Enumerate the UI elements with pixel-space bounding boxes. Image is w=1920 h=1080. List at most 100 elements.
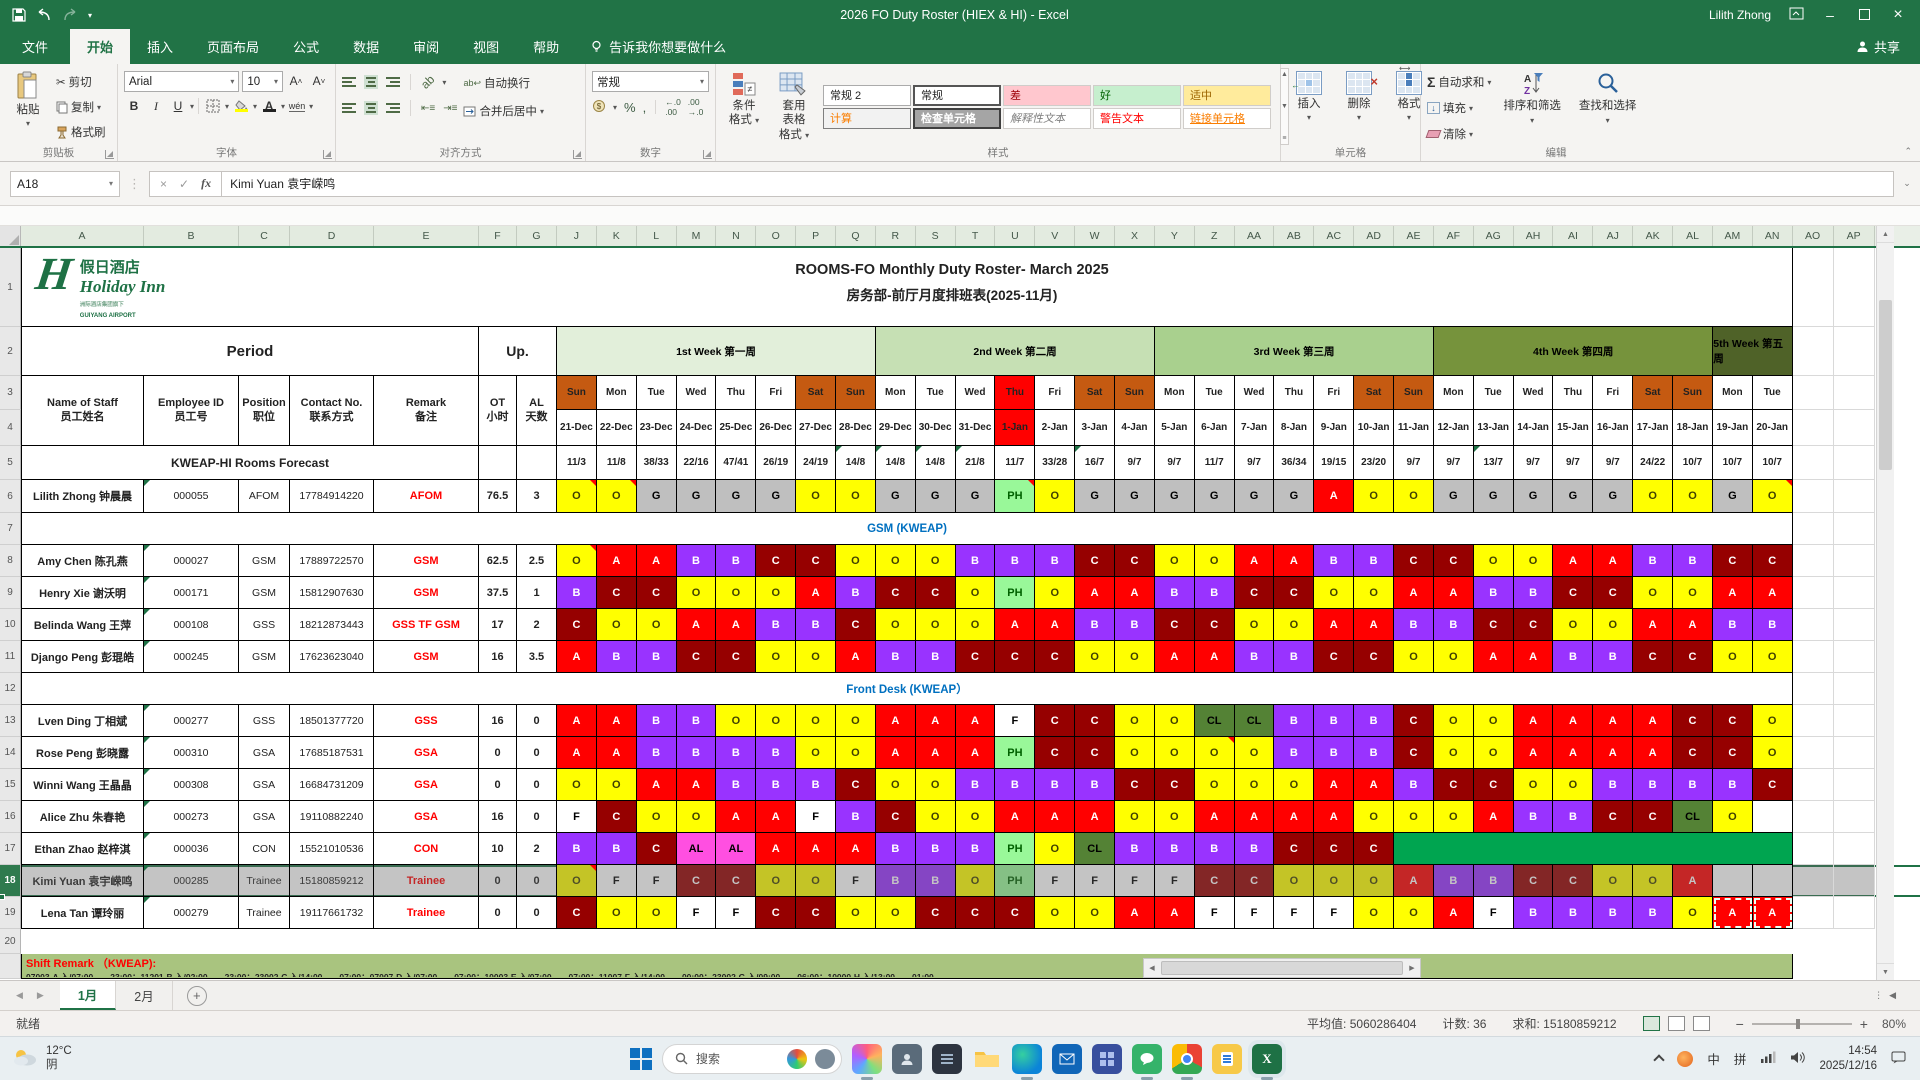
column-header-AJ[interactable]: AJ: [1593, 226, 1634, 246]
font-family-select[interactable]: Arial ▾: [124, 71, 240, 92]
shift-cell-19-Jan[interactable]: A: [1712, 897, 1753, 929]
align-bottom-icon[interactable]: [386, 77, 400, 87]
shift-cell-4-Jan[interactable]: F: [1115, 865, 1155, 897]
shift-cell-7-Jan[interactable]: A: [1234, 545, 1275, 577]
day-header-22-Dec[interactable]: Mon: [596, 376, 637, 410]
shift-cell-16-Jan[interactable]: C: [1593, 801, 1634, 833]
cell-empty[interactable]: [1834, 248, 1875, 327]
day-header-2-Jan[interactable]: Fri: [1035, 376, 1076, 410]
shift-cell-16-Jan[interactable]: O: [1593, 865, 1634, 897]
column-header-AA[interactable]: AA: [1234, 226, 1275, 246]
shift-cell-6-Jan[interactable]: F: [1194, 897, 1235, 929]
staff-contact[interactable]: 19110882240: [290, 801, 374, 833]
day-header-21-Dec[interactable]: Sun: [557, 376, 597, 410]
column-header-X[interactable]: X: [1115, 226, 1155, 246]
shift-cell-1-Jan[interactable]: PH: [995, 833, 1036, 865]
shift-cell-10-Jan[interactable]: A: [1354, 609, 1395, 641]
shift-cell-31-Dec[interactable]: O: [955, 609, 996, 641]
day-header-7-Jan[interactable]: Wed: [1234, 376, 1275, 410]
column-header-AK[interactable]: AK: [1633, 226, 1674, 246]
shift-cell-31-Dec[interactable]: C: [955, 641, 996, 673]
shift-cell-31-Dec[interactable]: B: [955, 769, 996, 801]
staff-ot[interactable]: 62.5: [479, 545, 517, 577]
shift-cell-23-Dec[interactable]: G: [636, 480, 677, 513]
shift-cell-9-Jan[interactable]: A: [1314, 609, 1355, 641]
sheet-nav-left-icon[interactable]: ◀: [16, 990, 23, 1001]
row-header-14[interactable]: 14: [0, 737, 21, 769]
staff-name[interactable]: Rose Peng 彭晓露: [21, 737, 144, 769]
cell-empty[interactable]: [1833, 545, 1875, 577]
day-header-15-Jan[interactable]: Thu: [1553, 376, 1594, 410]
shift-cell-12-Jan[interactable]: B: [1433, 609, 1474, 641]
cell-empty[interactable]: [1792, 865, 1834, 897]
staff-name[interactable]: Alice Zhu 朱春艳: [21, 801, 144, 833]
row-header-7[interactable]: 7: [0, 513, 21, 545]
staff-ot[interactable]: 0: [479, 865, 517, 897]
shift-cell-29-Dec[interactable]: O: [875, 897, 916, 929]
staff-remark[interactable]: GSS TF GSM: [374, 609, 479, 641]
staff-ot[interactable]: 76.5: [479, 480, 517, 513]
staff-contact[interactable]: 15180859212: [290, 865, 374, 897]
staff-remark[interactable]: GSM: [374, 545, 479, 577]
staff-ot[interactable]: 0: [479, 769, 517, 801]
shift-cell-15-Jan[interactable]: C: [1553, 865, 1594, 897]
shift-cell-20-Jan[interactable]: O: [1752, 641, 1793, 673]
shift-cell-5-Jan[interactable]: A: [1154, 897, 1195, 929]
style-bad[interactable]: 差: [1003, 84, 1091, 106]
name-box[interactable]: A18 ▾: [10, 170, 120, 197]
shift-cell-9-Jan[interactable]: A: [1314, 769, 1355, 801]
shift-cell-2-Jan[interactable]: O: [1035, 480, 1076, 513]
shift-cell-22-Dec[interactable]: O: [596, 769, 637, 801]
day-header-24-Dec[interactable]: Wed: [676, 376, 717, 410]
decrease-decimal-icon[interactable]: .00 →.0: [688, 97, 704, 117]
shift-cell-14-Jan[interactable]: A: [1513, 705, 1554, 737]
shift-cell-18-Jan[interactable]: CL: [1673, 801, 1713, 833]
staff-position[interactable]: Trainee: [239, 865, 290, 897]
shift-cell-23-Dec[interactable]: O: [636, 801, 677, 833]
shift-cell-31-Dec[interactable]: A: [955, 705, 996, 737]
logo-title-row[interactable]: H 假日酒店 Holiday Inn 洲际酒店集团旗下 GUIYANG AIRPORT R…: [21, 248, 1793, 327]
shift-cell-15-Jan[interactable]: B: [1553, 897, 1594, 929]
shift-cell-12-Jan[interactable]: A: [1433, 897, 1474, 929]
cell-empty[interactable]: [1833, 897, 1875, 929]
shift-cell-17-Jan[interactable]: C: [1633, 801, 1674, 833]
staff-remark[interactable]: GSS: [374, 705, 479, 737]
zoom-out-icon[interactable]: −: [1736, 1016, 1744, 1032]
day-header-17-Jan[interactable]: Sat: [1633, 376, 1674, 410]
column-header-AI[interactable]: AI: [1553, 226, 1594, 246]
column-header-D[interactable]: D: [290, 226, 374, 246]
delete-cells-button[interactable]: × 删除 ▾: [1337, 68, 1381, 145]
app-file-explorer-icon[interactable]: [972, 1044, 1002, 1074]
shift-cell-27-Dec[interactable]: O: [796, 641, 837, 673]
column-header-Y[interactable]: Y: [1154, 226, 1195, 246]
shift-cell-8-Jan[interactable]: O: [1274, 865, 1315, 897]
shift-cell-26-Dec[interactable]: B: [756, 737, 797, 769]
shift-cell-31-Dec[interactable]: G: [955, 480, 996, 513]
comma-icon[interactable]: ,: [643, 100, 647, 115]
forecast-29-Dec[interactable]: 14/8: [875, 446, 916, 480]
fill-button[interactable]: ↓ 填充 ▾: [1427, 97, 1491, 119]
column-header-K[interactable]: K: [596, 226, 637, 246]
shift-cell-13-Jan[interactable]: A: [1473, 801, 1514, 833]
volume-icon[interactable]: [1790, 1051, 1806, 1067]
forecast-3-Jan[interactable]: 16/7: [1075, 446, 1116, 480]
shift-cell-28-Dec[interactable]: A: [836, 833, 876, 865]
day-header-16-Jan[interactable]: Fri: [1593, 376, 1634, 410]
shift-cell-5-Jan[interactable]: O: [1154, 801, 1195, 833]
forecast-5-Jan[interactable]: 9/7: [1154, 446, 1195, 480]
staff-remark[interactable]: GSA: [374, 737, 479, 769]
date-header-18-Jan[interactable]: 18-Jan: [1673, 410, 1713, 446]
shift-cell-18-Jan[interactable]: O: [1673, 577, 1713, 609]
app-tencent-doc-icon[interactable]: [1212, 1043, 1242, 1074]
shift-cell-11-Jan[interactable]: C: [1394, 705, 1434, 737]
shift-cell-1-Jan[interactable]: PH: [995, 865, 1036, 897]
shift-cell-28-Dec[interactable]: B: [836, 577, 876, 609]
staff-name[interactable]: Kimi Yuan 袁宇嵘鸣: [21, 865, 144, 897]
shift-cell-8-Jan[interactable]: F: [1274, 897, 1315, 929]
date-header-22-Dec[interactable]: 22-Dec: [596, 410, 637, 446]
day-header-13-Jan[interactable]: Tue: [1473, 376, 1514, 410]
shift-cell-25-Dec[interactable]: A: [716, 801, 757, 833]
staff-name[interactable]: Belinda Wang 王萍: [21, 609, 144, 641]
shift-cell-13-Jan[interactable]: C: [1473, 609, 1514, 641]
day-header-8-Jan[interactable]: Thu: [1274, 376, 1315, 410]
